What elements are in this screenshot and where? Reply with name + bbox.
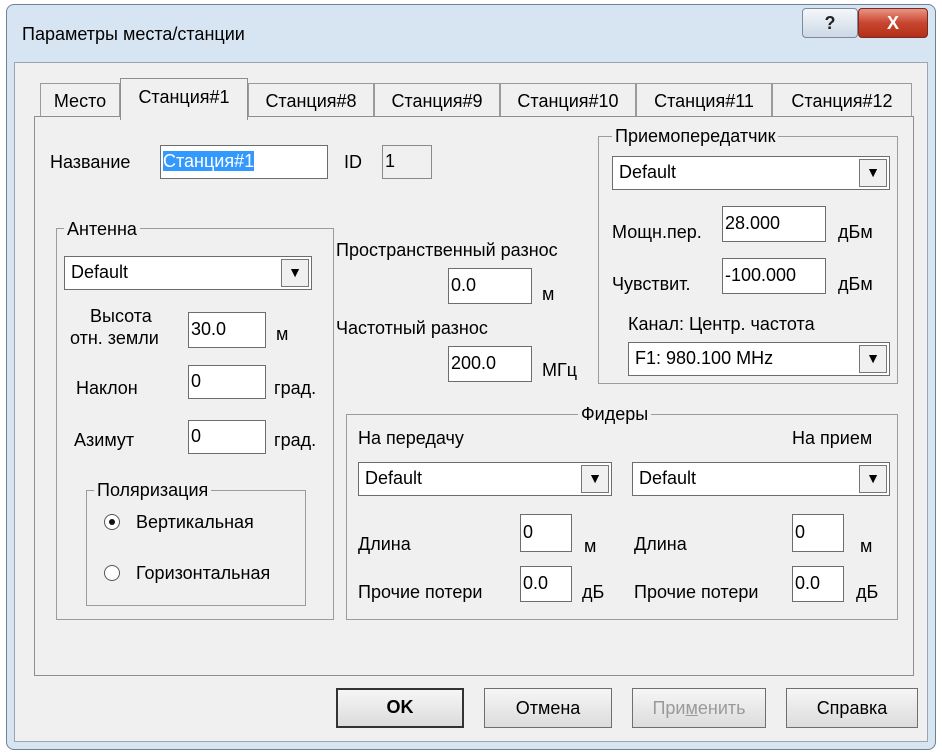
space-diversity-unit: м: [542, 284, 555, 304]
feeders-group-title: Фидеры: [578, 404, 652, 424]
antenna-tilt-label: Наклон: [76, 378, 138, 398]
feeder-tx-loss-label: Прочие потери: [358, 582, 483, 602]
tab-place[interactable]: Место: [40, 83, 120, 117]
feeder-tx-value: Default: [365, 468, 423, 488]
tab-station-1[interactable]: Станция#1: [120, 78, 248, 120]
channel-value: F1: 980.100 MHz: [635, 348, 774, 368]
antenna-azimuth-label: Азимут: [74, 430, 135, 450]
name-label: Название: [50, 152, 131, 172]
antenna-height-label-1: Высота: [90, 306, 152, 326]
sensitivity-label: Чувствит.: [612, 274, 691, 294]
transceiver-group-title: Приемопередатчик: [612, 126, 779, 146]
question-mark-icon: ?: [824, 13, 836, 33]
feeder-rx-length-label: Длина: [634, 534, 687, 554]
feeder-tx-length-unit: м: [584, 536, 597, 556]
antenna-azimuth-unit: град.: [274, 430, 317, 450]
transceiver-model-value: Default: [619, 162, 677, 182]
polarization-group: [86, 490, 306, 606]
polarization-horizontal-label: Горизонтальная: [136, 563, 271, 583]
chevron-down-icon[interactable]: ▼: [581, 465, 609, 493]
feeder-tx-length-label: Длина: [358, 534, 411, 554]
tab-station-9[interactable]: Станция#9: [374, 83, 500, 117]
feeder-tx-select[interactable]: Default ▼: [358, 462, 612, 496]
close-button[interactable]: X: [858, 8, 928, 38]
feeder-rx-length-input[interactable]: 0: [792, 514, 844, 552]
help-title-button[interactable]: ?: [802, 8, 858, 38]
tx-power-input[interactable]: 28.000: [722, 206, 826, 242]
antenna-model-value: Default: [71, 262, 129, 282]
channel-label: Канал: Центр. частота: [628, 314, 815, 334]
window-title: Параметры места/станции: [22, 24, 245, 44]
channel-select[interactable]: F1: 980.100 MHz ▼: [628, 342, 890, 376]
antenna-azimuth-input[interactable]: 0: [188, 420, 266, 454]
feeder-rx-select[interactable]: Default ▼: [632, 462, 890, 496]
tx-power-unit: дБм: [838, 222, 873, 242]
antenna-tilt-unit: град.: [274, 378, 317, 398]
help-button[interactable]: Справка: [786, 688, 918, 728]
feeder-rx-loss-input[interactable]: 0.0: [792, 566, 844, 602]
freq-diversity-unit: МГц: [542, 360, 578, 380]
chevron-down-icon[interactable]: ▼: [281, 259, 309, 287]
tx-power-label: Мощн.пер.: [612, 222, 702, 242]
id-label: ID: [344, 152, 362, 172]
apply-button: Применить: [632, 688, 766, 728]
polarization-vertical-radio[interactable]: [104, 514, 120, 530]
sensitivity-unit: дБм: [838, 274, 873, 294]
cancel-button[interactable]: Отмена: [484, 688, 612, 728]
feeder-tx-label: На передачу: [358, 428, 464, 448]
tab-station-12[interactable]: Станция#12: [772, 83, 912, 117]
polarization-vertical-label: Вертикальная: [136, 512, 254, 532]
apply-label-pre: При: [652, 698, 686, 718]
space-diversity-label: Пространственный разнос: [336, 240, 558, 260]
polarization-horizontal-radio[interactable]: [104, 565, 120, 581]
antenna-height-unit: м: [276, 324, 289, 344]
feeder-tx-length-input[interactable]: 0: [520, 514, 572, 552]
chevron-down-icon[interactable]: ▼: [859, 345, 887, 373]
apply-label-mnemonic: м: [685, 698, 698, 718]
station-name-value: Станция#1: [163, 151, 255, 171]
ok-button[interactable]: OK: [336, 688, 464, 728]
antenna-tilt-input[interactable]: 0: [188, 365, 266, 399]
chevron-down-icon[interactable]: ▼: [859, 465, 887, 493]
tab-station-8[interactable]: Станция#8: [248, 83, 374, 117]
antenna-group-title: Антенна: [64, 219, 140, 239]
feeder-rx-label: На прием: [792, 428, 873, 448]
station-name-input[interactable]: Станция#1: [160, 145, 328, 179]
sensitivity-input[interactable]: -100.000: [722, 258, 826, 294]
antenna-model-select[interactable]: Default ▼: [64, 256, 312, 290]
space-diversity-input[interactable]: 0.0: [448, 268, 532, 304]
station-id-field: 1: [382, 145, 432, 179]
feeder-tx-loss-input[interactable]: 0.0: [520, 566, 572, 602]
freq-diversity-label: Частотный разнос: [336, 318, 488, 338]
chevron-down-icon[interactable]: ▼: [859, 159, 887, 187]
feeder-rx-loss-unit: дБ: [856, 582, 879, 602]
feeder-rx-loss-label: Прочие потери: [634, 582, 759, 602]
antenna-height-input[interactable]: 30.0: [188, 312, 266, 348]
tab-station-10[interactable]: Станция#10: [500, 83, 636, 117]
feeder-rx-value: Default: [639, 468, 697, 488]
apply-label-post: енить: [697, 698, 746, 718]
feeder-rx-length-unit: м: [860, 536, 873, 556]
freq-diversity-input[interactable]: 200.0: [448, 346, 532, 382]
polarization-group-title: Поляризация: [94, 480, 212, 500]
feeder-tx-loss-unit: дБ: [582, 582, 605, 602]
antenna-height-label-2: отн. земли: [70, 328, 159, 348]
transceiver-model-select[interactable]: Default ▼: [612, 156, 890, 190]
close-icon: X: [886, 13, 899, 33]
tab-station-11[interactable]: Станция#11: [636, 83, 772, 117]
